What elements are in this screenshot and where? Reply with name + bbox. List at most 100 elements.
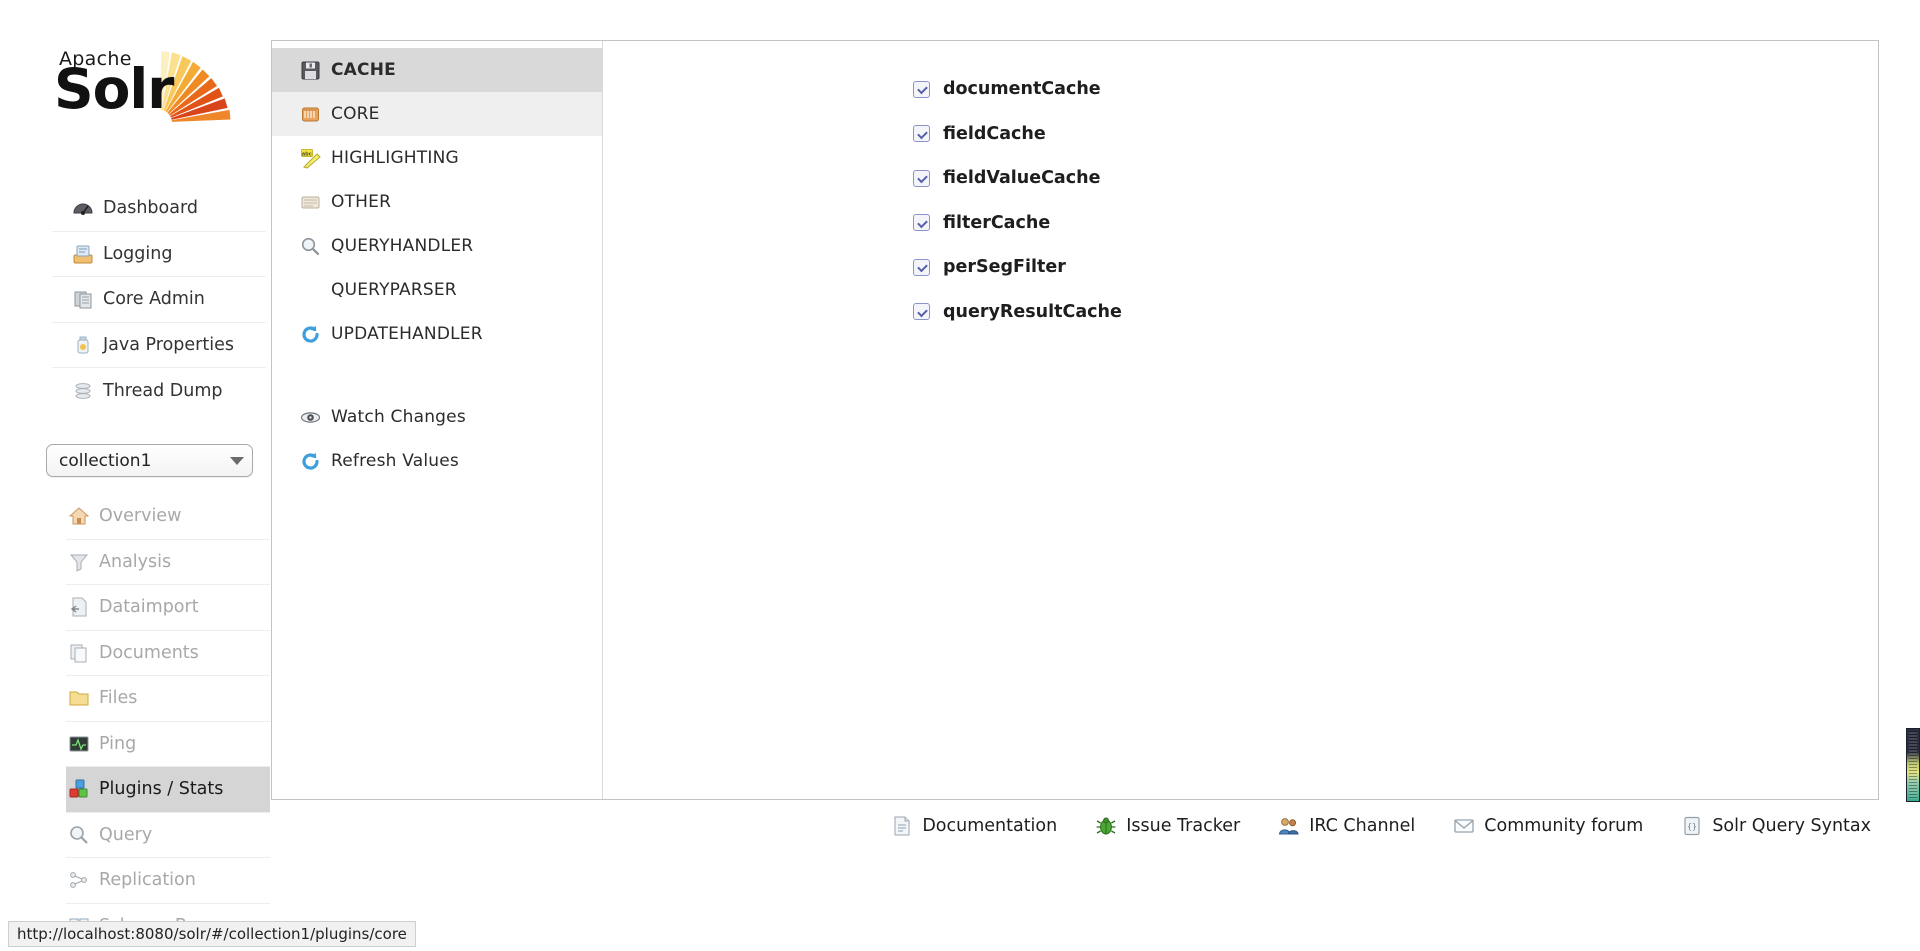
footer-links: Documentation Issue Tracker IRC Channel … bbox=[271, 800, 1879, 852]
document-icon bbox=[891, 815, 913, 837]
sidebar-item-label: Logging bbox=[103, 243, 173, 264]
sidebar-item-files[interactable]: Files bbox=[66, 676, 270, 722]
logo-solr-text: Solr bbox=[54, 57, 174, 121]
dataimport-icon bbox=[68, 596, 90, 618]
sidebar-item-plugins-stats[interactable]: Plugins / Stats bbox=[66, 767, 270, 813]
java-properties-icon bbox=[72, 334, 94, 356]
expand-toggle-icon[interactable] bbox=[913, 169, 930, 187]
cache-entry-name: fieldValueCache bbox=[943, 168, 1101, 189]
magnifier-icon bbox=[300, 236, 321, 257]
plugin-type-label: OTHER bbox=[331, 192, 392, 212]
sidebar-item-java-properties[interactable]: Java Properties bbox=[52, 323, 266, 368]
plugin-type-core[interactable]: CORE bbox=[272, 92, 602, 136]
plugin-type-label: CACHE bbox=[331, 60, 396, 80]
plugin-action-label: Watch Changes bbox=[331, 407, 466, 427]
footer-link-solr-query-syntax[interactable]: {} Solr Query Syntax bbox=[1681, 815, 1871, 837]
other-icon bbox=[300, 192, 321, 213]
expand-toggle-icon[interactable] bbox=[913, 258, 930, 276]
expand-toggle-icon[interactable] bbox=[913, 125, 930, 143]
sidebar-item-dataimport[interactable]: Dataimport bbox=[66, 585, 270, 631]
folder-icon bbox=[68, 687, 90, 709]
sidebar-item-label: Query bbox=[99, 824, 153, 845]
ping-icon bbox=[68, 733, 90, 755]
cache-entry-name: queryResultCache bbox=[943, 301, 1122, 322]
footer-link-label: Community forum bbox=[1484, 816, 1644, 836]
sidebar-item-label: Dataimport bbox=[99, 597, 199, 618]
plugins-icon bbox=[68, 778, 90, 800]
footer-link-community-forum[interactable]: Community forum bbox=[1453, 815, 1643, 837]
plugin-type-label: HIGHLIGHTING bbox=[331, 148, 459, 168]
sidebar-item-analysis[interactable]: Analysis bbox=[66, 540, 270, 585]
svg-text:abc: abc bbox=[302, 151, 312, 157]
cache-entry-row[interactable]: fieldCache bbox=[913, 112, 1878, 157]
solr-logo[interactable]: Apache Solr bbox=[52, 38, 238, 135]
sidebar-item-label: Dashboard bbox=[103, 198, 198, 219]
expand-toggle-icon[interactable] bbox=[913, 303, 930, 321]
cache-entry-row[interactable]: documentCache bbox=[913, 67, 1878, 112]
sidebar-item-label: Replication bbox=[99, 870, 196, 891]
sidebar-item-ping[interactable]: Ping bbox=[66, 722, 270, 767]
footer-link-issue-tracker[interactable]: Issue Tracker bbox=[1095, 815, 1240, 837]
home-icon bbox=[68, 505, 90, 527]
sidebar-item-core-admin[interactable]: Core Admin bbox=[52, 277, 266, 323]
core-box-icon bbox=[300, 104, 321, 125]
footer-link-documentation[interactable]: Documentation bbox=[891, 815, 1057, 837]
sidebar-item-label: Analysis bbox=[99, 551, 172, 572]
chevron-down-icon bbox=[230, 456, 244, 465]
refresh-values-button[interactable]: Refresh Values bbox=[272, 439, 602, 483]
footer-link-label: Issue Tracker bbox=[1126, 816, 1241, 836]
sidebar-item-label: Plugins / Stats bbox=[99, 779, 224, 800]
footer-link-irc-channel[interactable]: IRC Channel bbox=[1278, 815, 1415, 837]
cache-entry-row[interactable]: perSegFilter bbox=[913, 245, 1878, 290]
sidebar-item-label: Java Properties bbox=[103, 334, 234, 355]
cache-entry-row[interactable]: fieldValueCache bbox=[913, 156, 1878, 201]
solr-admin-page: Apache Solr Dashboard Logging Core Admin… bbox=[0, 0, 1920, 951]
bug-icon bbox=[1095, 815, 1117, 837]
watch-changes-button[interactable]: Watch Changes bbox=[272, 395, 602, 439]
sidebar-item-label: Thread Dump bbox=[103, 380, 223, 401]
plugin-type-label: UPDATEHANDLER bbox=[331, 324, 483, 344]
cache-entry-list: documentCache fieldCache fieldValueCache… bbox=[604, 41, 1878, 799]
sidebar-item-query[interactable]: Query bbox=[66, 813, 270, 858]
cache-entry-row[interactable]: queryResultCache bbox=[913, 290, 1878, 335]
floppy-disk-icon bbox=[300, 60, 321, 81]
expand-toggle-icon[interactable] bbox=[913, 214, 930, 232]
footer-link-label: IRC Channel bbox=[1309, 816, 1416, 836]
plugin-type-queryhandler[interactable]: QUERYHANDLER bbox=[272, 224, 602, 268]
plugin-type-queryparser[interactable]: QUERYPARSER bbox=[272, 268, 602, 312]
sidebar-item-documents[interactable]: Documents bbox=[66, 631, 270, 676]
sidebar-item-label: Core Admin bbox=[103, 289, 205, 310]
people-icon bbox=[1278, 815, 1300, 837]
sidebar-item-thread-dump[interactable]: Thread Dump bbox=[52, 368, 266, 414]
sidebar-item-dashboard[interactable]: Dashboard bbox=[52, 186, 266, 232]
thread-dump-icon bbox=[72, 380, 94, 402]
status-bar-url-text: http://localhost:8080/solr/#/collection1… bbox=[17, 925, 407, 943]
plugin-type-highlighting[interactable]: abc HIGHLIGHTING bbox=[272, 136, 602, 180]
dashboard-icon bbox=[72, 197, 94, 219]
refresh-icon bbox=[300, 451, 321, 472]
core-selector-dropdown[interactable]: collection1 bbox=[46, 444, 253, 477]
sidebar-item-label: Documents bbox=[99, 642, 199, 663]
plugin-type-label: CORE bbox=[331, 104, 380, 124]
sidebar-item-label: Files bbox=[99, 688, 138, 709]
plugin-type-menu: CACHE CORE abc HIGHLIGHTING OTHER QUERYH… bbox=[272, 41, 603, 799]
sidebar-main-nav: Dashboard Logging Core Admin Java Proper… bbox=[52, 186, 266, 414]
refresh-icon bbox=[300, 324, 321, 345]
status-bar-url: http://localhost:8080/solr/#/collection1… bbox=[8, 921, 416, 947]
envelope-icon bbox=[1453, 815, 1475, 837]
sidebar-item-overview[interactable]: Overview bbox=[66, 494, 270, 540]
sidebar-item-logging[interactable]: Logging bbox=[52, 232, 266, 277]
cache-entry-row[interactable]: filterCache bbox=[913, 201, 1878, 246]
plugin-type-cache[interactable]: CACHE bbox=[272, 48, 602, 92]
plugin-type-updatehandler[interactable]: UPDATEHANDLER bbox=[272, 312, 602, 356]
plugins-panel: CACHE CORE abc HIGHLIGHTING OTHER QUERYH… bbox=[271, 40, 1879, 800]
svg-text:{}: {} bbox=[1687, 822, 1697, 831]
sidebar-item-label: Overview bbox=[99, 506, 182, 527]
core-admin-icon bbox=[72, 288, 94, 310]
documents-icon bbox=[68, 642, 90, 664]
highlighter-icon: abc bbox=[300, 148, 321, 169]
plugin-type-label: QUERYPARSER bbox=[331, 280, 457, 300]
expand-toggle-icon[interactable] bbox=[913, 80, 930, 98]
sidebar-item-replication[interactable]: Replication bbox=[66, 858, 270, 904]
plugin-type-other[interactable]: OTHER bbox=[272, 180, 602, 224]
